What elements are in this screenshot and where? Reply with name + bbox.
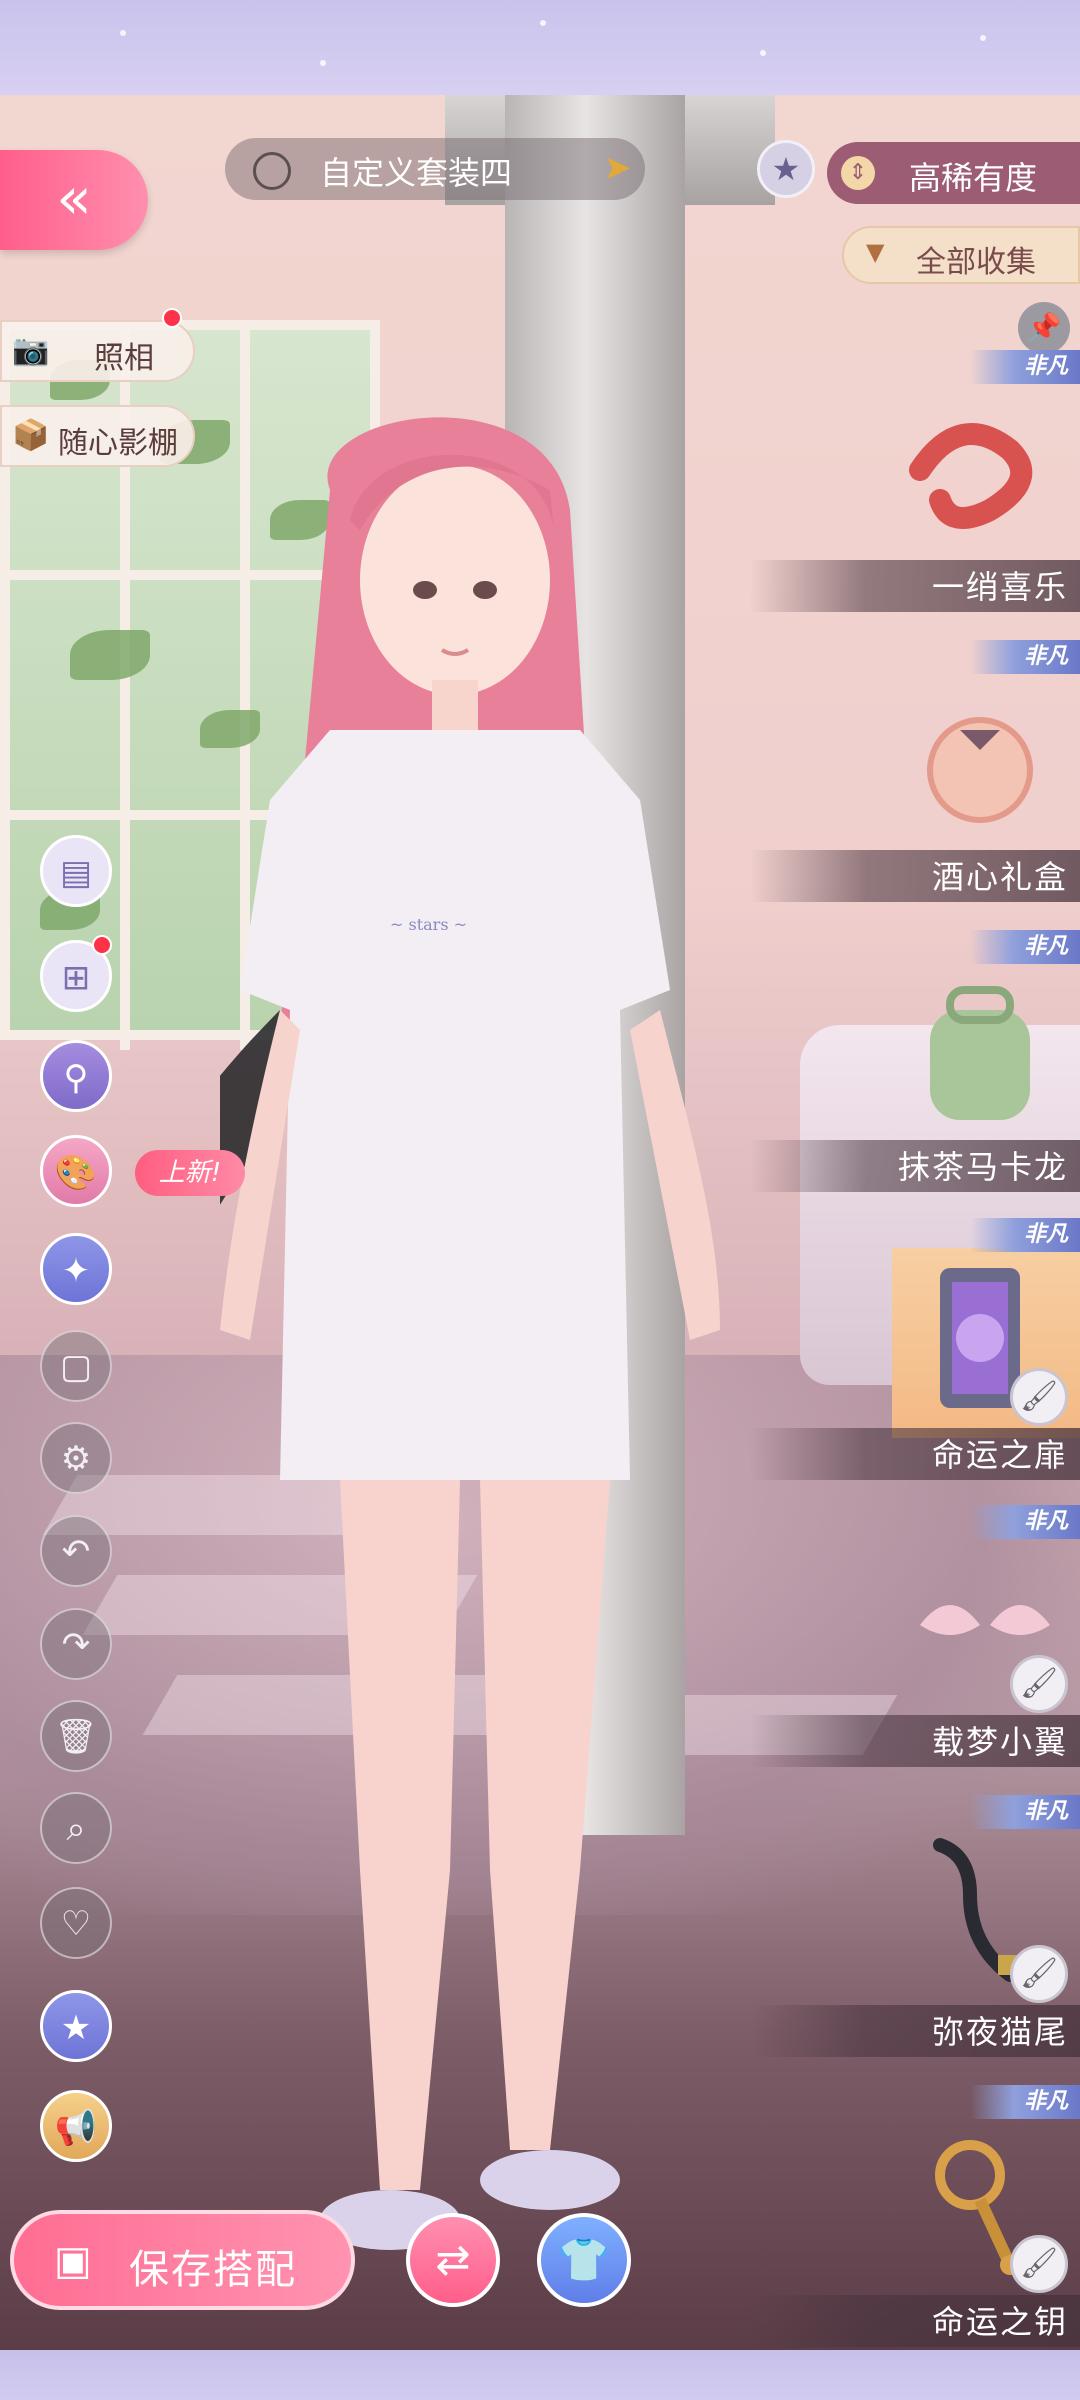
camera-icon: 📷 <box>12 333 50 368</box>
item-thumbnail <box>900 390 1060 550</box>
item-name: 一绡喜乐 <box>931 568 1068 606</box>
search-filter-icon: ⚲ <box>63 1058 89 1098</box>
undo-button[interactable]: ↶ <box>40 1515 112 1587</box>
palette-button[interactable]: 🎨 <box>40 1135 112 1207</box>
item-card[interactable]: 非凡 🖌 命运之钥 <box>750 2085 1080 2355</box>
item-card[interactable]: 非凡 🖌 载梦小翼 <box>750 1505 1080 1775</box>
add-layer-icon: ⊞ <box>61 958 91 998</box>
item-card[interactable]: 非凡一绡喜乐 <box>750 350 1080 620</box>
new-badge: 上新! <box>135 1150 245 1196</box>
search-filter-button[interactable]: ⚲ <box>40 1040 112 1112</box>
rarity-badge: 非凡 <box>970 930 1080 964</box>
layout-icon: ▤ <box>59 853 93 893</box>
rarity-badge: 非凡 <box>970 1795 1080 1829</box>
search-button[interactable]: ⌕ <box>40 1792 112 1864</box>
sort-button[interactable]: ⇕ 高稀有度 <box>827 142 1080 204</box>
layout-button[interactable]: ▤ <box>40 835 112 907</box>
photo-label: 照相 <box>94 341 154 376</box>
favorite-toggle-button[interactable]: ★ <box>757 140 815 198</box>
like-button[interactable]: ♡ <box>40 1887 112 1959</box>
gear-icon: ⚙ <box>60 1439 92 1479</box>
item-name: 命运之钥 <box>931 2303 1068 2341</box>
redo-icon: ↷ <box>61 1625 91 1665</box>
photo-button[interactable]: 📷 照相 <box>0 320 195 382</box>
suit-icon <box>253 152 291 190</box>
star-icon: ★ <box>771 150 801 188</box>
frame-icon: ▢ <box>59 1347 93 1387</box>
studio-label: 随心影棚 <box>58 426 178 461</box>
back-arrow-icon: « <box>56 164 92 232</box>
favorite-icon: ★ <box>60 2008 92 2048</box>
item-card[interactable]: 非凡抹茶马卡龙 <box>750 930 1080 1200</box>
magic-star-button[interactable]: ✦ <box>40 1233 112 1305</box>
box-icon: 📦 <box>12 418 50 453</box>
item-name: 抹茶马卡龙 <box>897 1148 1068 1186</box>
brush-icon[interactable]: 🖌 <box>1010 2235 1068 2293</box>
pin-icon: 📌 <box>1026 311 1062 344</box>
top-status-area <box>0 0 1080 95</box>
item-card[interactable]: 非凡 🖌 命运之扉 <box>750 1218 1080 1488</box>
rarity-badge: 非凡 <box>970 1505 1080 1539</box>
megaphone-icon: 📢 <box>54 2108 98 2148</box>
sort-label: 高稀有度 <box>909 159 1038 197</box>
item-name: 酒心礼盒 <box>931 858 1068 896</box>
studio-button[interactable]: 📦 随心影棚 <box>0 405 195 467</box>
back-button[interactable]: « <box>0 150 148 250</box>
frame-button[interactable]: ▢ <box>40 1330 112 1402</box>
item-thumbnail <box>900 680 1060 840</box>
rarity-badge: 非凡 <box>970 1218 1080 1252</box>
item-card[interactable]: 非凡酒心礼盒 <box>750 640 1080 910</box>
item-card[interactable]: 非凡 🖌 弥夜猫尾 <box>750 1795 1080 2065</box>
sort-icon: ⇕ <box>841 156 875 190</box>
filter-label: 全部收集 <box>916 245 1036 280</box>
character-model[interactable]: ~ stars ~ <box>220 370 740 2270</box>
save-icon: ▣ <box>54 2238 92 2284</box>
delete-button[interactable]: 🗑 <box>40 1700 112 1772</box>
svg-text:~ stars ~: ~ stars ~ <box>390 915 467 934</box>
rarity-badge: 非凡 <box>970 350 1080 384</box>
photo-notification-dot <box>162 308 182 328</box>
bottom-safe-area <box>0 2350 1080 2400</box>
palette-icon: 🎨 <box>54 1153 98 1193</box>
game-screen: ~ stars ~ « 自定义套装四 ➤ ★ ⇕ 高稀有度 ▼ 全部收集 📷 照… <box>0 0 1080 2400</box>
save-outfit-label: 保存搭配 <box>129 2247 297 2293</box>
rarity-badge: 非凡 <box>970 2085 1080 2119</box>
brush-icon[interactable]: 🖌 <box>1010 1368 1068 1426</box>
announcement-button[interactable]: 📢 <box>40 2090 112 2162</box>
next-suit-arrow-icon[interactable]: ➤ <box>603 148 632 188</box>
suit-selector[interactable]: 自定义套装四 ➤ <box>225 138 645 200</box>
save-outfit-button[interactable]: ▣ 保存搭配 <box>10 2210 355 2310</box>
trash-icon: 🗑 <box>54 1717 98 1757</box>
wardrobe-icon: 👕 <box>557 2235 611 2284</box>
swap-icon: ⇄ <box>435 2235 471 2284</box>
item-thumbnail <box>900 970 1060 1130</box>
item-name: 弥夜猫尾 <box>931 2013 1068 2051</box>
search-icon: ⌕ <box>66 1809 86 1849</box>
brush-icon[interactable]: 🖌 <box>1010 1655 1068 1713</box>
filter-button[interactable]: ▼ 全部收集 <box>842 226 1080 284</box>
rarity-badge: 非凡 <box>970 640 1080 674</box>
favorite-button[interactable]: ★ <box>40 1990 112 2062</box>
pin-button[interactable]: 📌 <box>1018 302 1070 354</box>
magic-star-icon: ✦ <box>61 1251 91 1291</box>
settings-button[interactable]: ⚙ <box>40 1422 112 1494</box>
suit-name: 自定义套装四 <box>320 154 513 192</box>
item-name: 命运之扉 <box>931 1436 1068 1474</box>
swap-button[interactable]: ⇄ <box>406 2213 500 2307</box>
item-name: 载梦小翼 <box>931 1723 1068 1761</box>
add-layer-notification-dot <box>92 935 112 955</box>
redo-button[interactable]: ↷ <box>40 1608 112 1680</box>
filter-icon: ▼ <box>866 238 885 266</box>
wardrobe-button[interactable]: 👕 <box>537 2213 631 2307</box>
undo-icon: ↶ <box>61 1532 91 1572</box>
brush-icon[interactable]: 🖌 <box>1010 1945 1068 2003</box>
heart-icon: ♡ <box>60 1904 92 1944</box>
